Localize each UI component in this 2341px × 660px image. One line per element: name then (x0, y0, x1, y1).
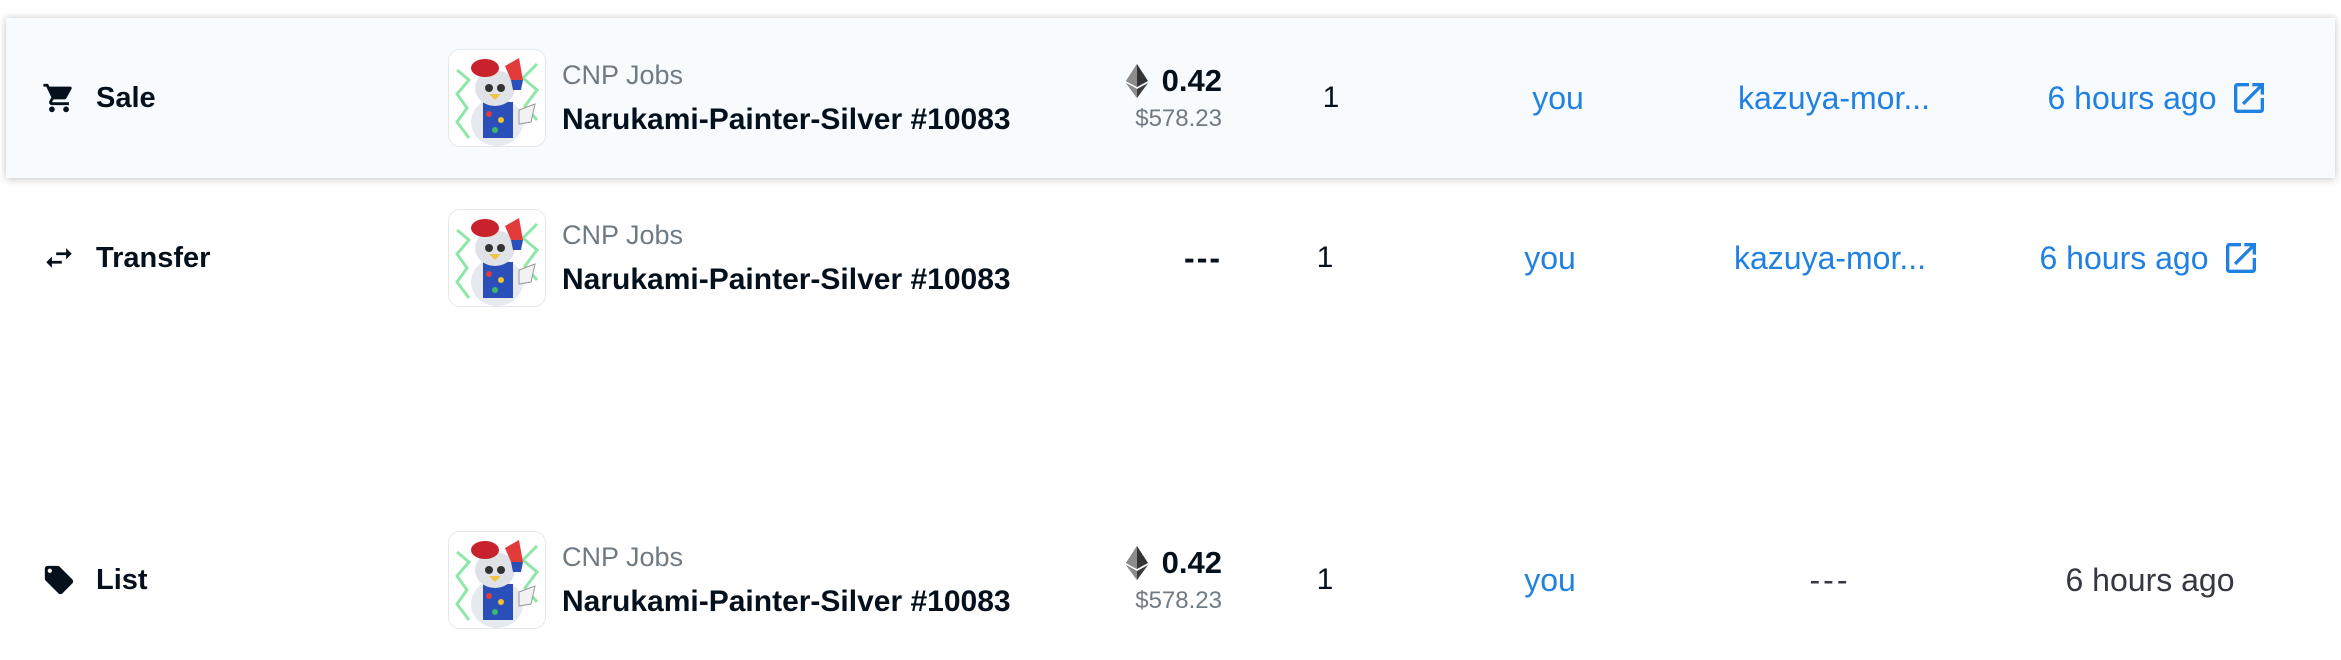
time-label: 6 hours ago (2065, 561, 2235, 598)
from-link[interactable]: you (1470, 500, 1630, 660)
quantity: 1 (1316, 241, 1334, 274)
quantity: 1 (1316, 563, 1334, 596)
item-cell[interactable]: CNP Jobs Narukami-Painter-Silver #10083 (448, 500, 1068, 660)
nft-thumbnail[interactable] (448, 209, 546, 307)
nft-thumbnail[interactable] (448, 531, 546, 629)
nft-image (449, 532, 545, 628)
price-placeholder: --- (1184, 239, 1222, 276)
time-label[interactable]: 6 hours ago (2047, 80, 2216, 117)
item-text: CNP Jobs Narukami-Painter-Silver #10083 (562, 60, 1011, 137)
activity-row-sale[interactable]: Sale CNP Jobs Narukami-Painter-Silver #1… (6, 18, 2335, 178)
time-link[interactable]: 6 hours ago (1990, 178, 2310, 338)
price-eth: 0.42 (1161, 545, 1222, 580)
activity-row-transfer[interactable]: Transfer CNP Jobs Narukami-Painter-Silve… (0, 178, 2341, 338)
item-name-link[interactable]: Narukami-Painter-Silver #10083 (562, 103, 1011, 137)
from-link[interactable]: you (1470, 178, 1630, 338)
activity-row-list[interactable]: List CNP Jobs Narukami-Painter-Silver #1… (0, 500, 2341, 660)
tag-icon (40, 561, 78, 599)
item-text: CNP Jobs Narukami-Painter-Silver #10083 (562, 220, 1011, 297)
external-link-icon[interactable] (2221, 238, 2261, 278)
ethereum-icon (1125, 64, 1148, 98)
price-cell: --- (1070, 178, 1222, 338)
price-usd: $578.23 (1135, 587, 1222, 614)
collection-link[interactable]: CNP Jobs (562, 60, 1011, 91)
price-eth: 0.42 (1161, 63, 1222, 98)
price-line: 0.42 (1125, 545, 1222, 581)
nft-image (449, 210, 545, 306)
event-cell: Sale (40, 18, 400, 178)
nft-image (449, 50, 545, 146)
event-label: Sale (96, 81, 156, 114)
time-link[interactable]: 6 hours ago (1998, 18, 2318, 178)
nft-thumbnail[interactable] (448, 49, 546, 147)
price-cell: 0.42 $578.23 (1070, 18, 1222, 178)
item-text: CNP Jobs Narukami-Painter-Silver #10083 (562, 542, 1011, 619)
time-label[interactable]: 6 hours ago (2039, 240, 2208, 277)
from-link[interactable]: you (1478, 18, 1638, 178)
price-cell: 0.42 $578.23 (1070, 500, 1222, 660)
collection-link[interactable]: CNP Jobs (562, 220, 1011, 251)
ethereum-icon (1125, 546, 1148, 580)
to-link[interactable]: kazuya-mor... (1714, 18, 1954, 178)
event-label: Transfer (96, 241, 211, 274)
event-label: List (96, 563, 148, 596)
external-link-icon[interactable] (2229, 78, 2269, 118)
event-cell: List (40, 500, 400, 660)
item-cell[interactable]: CNP Jobs Narukami-Painter-Silver #10083 (448, 178, 1068, 338)
quantity: 1 (1322, 81, 1340, 114)
to-link[interactable]: kazuya-mor... (1710, 178, 1950, 338)
item-cell[interactable]: CNP Jobs Narukami-Painter-Silver #10083 (448, 18, 1068, 178)
collection-link[interactable]: CNP Jobs (562, 542, 1011, 573)
event-cell: Transfer (40, 178, 400, 338)
to-placeholder: --- (1809, 561, 1851, 598)
price-line: 0.42 (1125, 63, 1222, 99)
cart-icon (40, 79, 78, 117)
item-name-link[interactable]: Narukami-Painter-Silver #10083 (562, 585, 1011, 619)
transfer-arrows-icon (40, 239, 78, 277)
price-usd: $578.23 (1135, 105, 1222, 132)
item-name-link[interactable]: Narukami-Painter-Silver #10083 (562, 263, 1011, 297)
